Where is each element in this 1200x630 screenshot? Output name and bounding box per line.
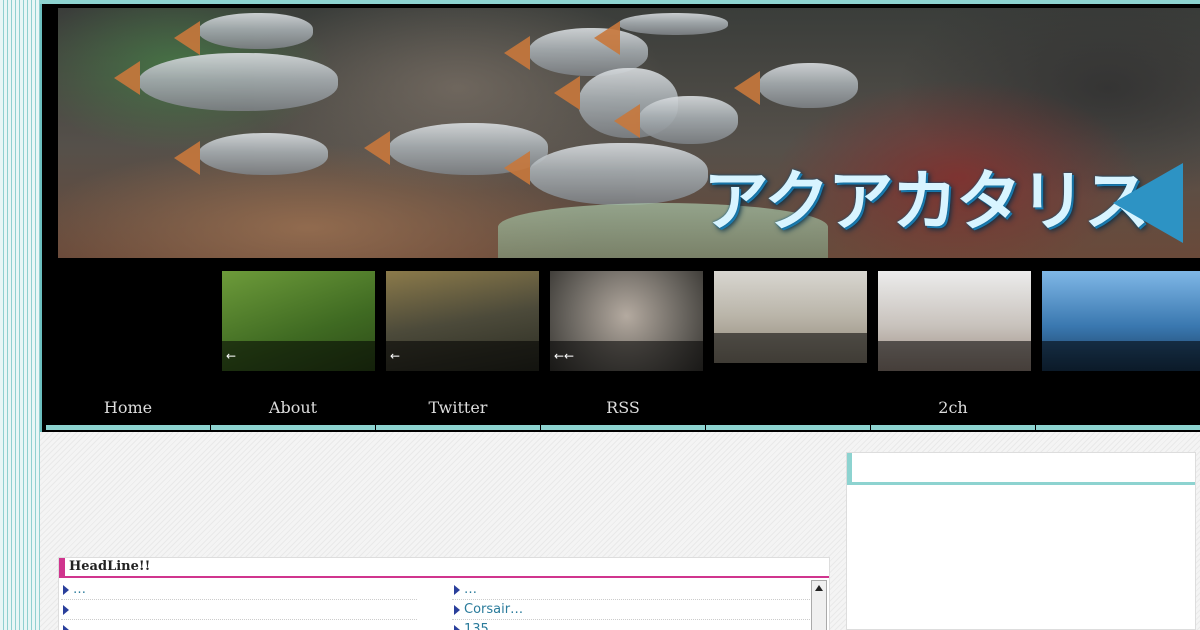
thumb-overlay — [1042, 341, 1200, 371]
nav-twitter[interactable]: Twitter — [376, 394, 540, 430]
scroll-up-icon[interactable] — [815, 585, 823, 591]
nav-item-7[interactable] — [1036, 394, 1200, 430]
nav-about[interactable]: About — [211, 394, 375, 430]
thumb-overlay — [222, 341, 375, 371]
slider-thumb[interactable] — [878, 271, 1031, 371]
fish-shape — [174, 133, 328, 175]
thumb-caption: ← — [390, 349, 401, 363]
thumb-overlay — [878, 341, 1031, 371]
nav-home[interactable]: Home — [46, 394, 210, 430]
thumb-caption: ←← — [554, 349, 575, 363]
headline-link[interactable]: … — [61, 580, 417, 600]
thumbnail-slider: ← ← ←← — [222, 271, 1200, 371]
headline-link[interactable] — [61, 620, 417, 630]
headline-link[interactable]: 135 — [452, 620, 810, 630]
thumb-overlay — [386, 341, 539, 371]
headline-right-column: … Corsair… 135 — [452, 580, 810, 630]
headline-scrollbar[interactable] — [811, 580, 827, 630]
slider-thumb[interactable]: ←← — [550, 271, 703, 371]
sidebar-title — [847, 453, 1195, 485]
slider-thumb[interactable] — [714, 271, 867, 363]
fish-shape — [114, 53, 338, 111]
slider-thumb[interactable]: ← — [222, 271, 375, 371]
headline-link[interactable] — [61, 600, 417, 620]
nav-item-5[interactable] — [706, 394, 870, 430]
logo-fin-icon — [1113, 163, 1183, 243]
fish-shape — [174, 13, 313, 55]
fish-shape — [734, 63, 858, 108]
slider-thumb[interactable]: ← — [386, 271, 539, 371]
sidebar — [846, 452, 1196, 630]
nav-rss[interactable]: RSS — [541, 394, 705, 430]
site-header: アクアカタリスト ← ← ←← — [40, 4, 1200, 432]
thumb-overlay — [714, 333, 867, 363]
main-content: HeadLine!! … … Corsair… 135 — [56, 450, 831, 630]
headline-link[interactable]: … — [452, 580, 810, 600]
headline-link[interactable]: Corsair… — [452, 600, 810, 620]
fish-shape — [594, 13, 728, 55]
header-banner[interactable]: アクアカタリスト — [58, 8, 1200, 258]
headline-box: HeadLine!! … … Corsair… 135 — [58, 557, 830, 630]
main-nav: Home About Twitter RSS 2ch — [46, 394, 1200, 430]
thumb-caption: ← — [226, 349, 237, 363]
fish-shape — [504, 143, 708, 205]
headline-left-column: … — [61, 580, 417, 630]
slider-thumb[interactable] — [1042, 271, 1200, 371]
page: アクアカタリスト ← ← ←← — [40, 0, 1200, 630]
headline-title: HeadLine!! — [59, 558, 829, 578]
nav-2ch[interactable]: 2ch — [871, 394, 1035, 430]
fish-shape — [614, 96, 738, 144]
